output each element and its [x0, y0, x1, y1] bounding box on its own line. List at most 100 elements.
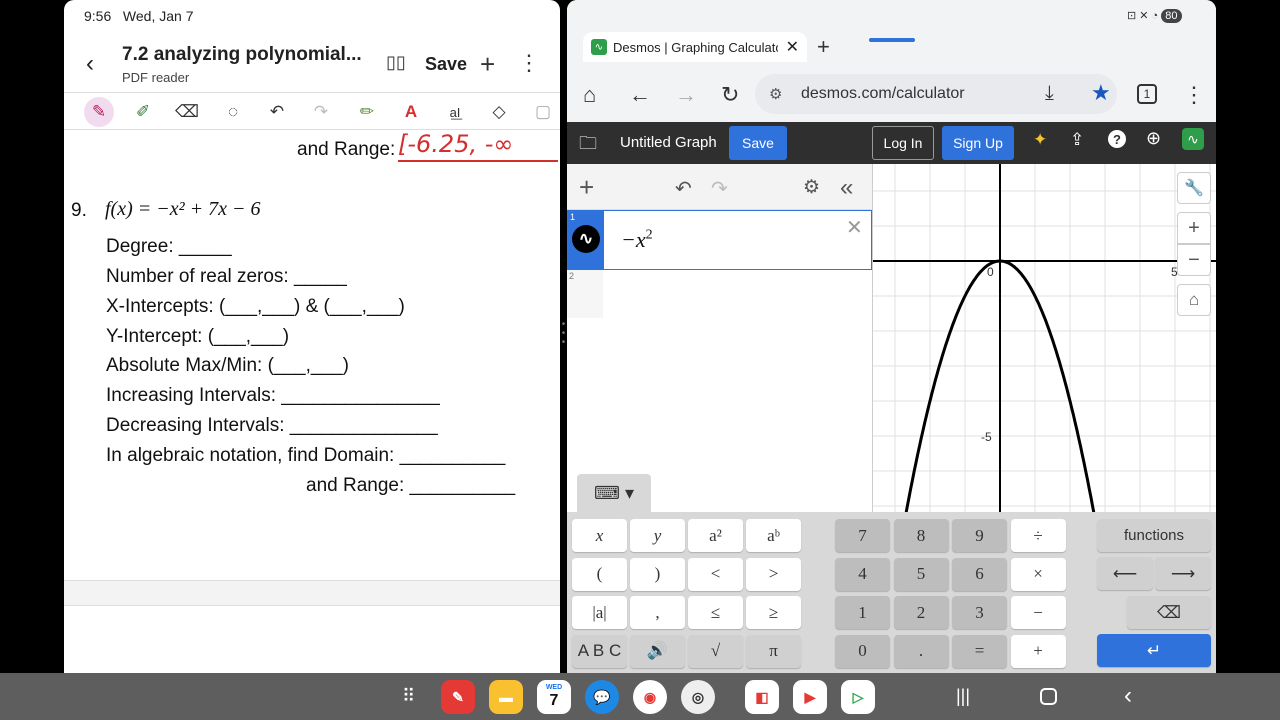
folder-icon[interactable]: 🗀: [579, 131, 597, 161]
cursor-right-icon[interactable]: ⟶: [1155, 557, 1211, 590]
lasso-select-icon[interactable]: ◌: [218, 97, 248, 127]
text-tool-icon[interactable]: a͟I: [440, 97, 470, 127]
redo-graph-icon[interactable]: ↷: [711, 176, 728, 201]
recent-apps-icon[interactable]: |||: [956, 686, 970, 707]
open-paren-key[interactable]: (: [572, 557, 627, 591]
share-icon[interactable]: ⇪: [1070, 130, 1084, 150]
highlighter-icon[interactable]: ✐: [128, 97, 158, 127]
less-equal-key[interactable]: ≤: [688, 596, 743, 629]
new-tab-icon[interactable]: +: [817, 34, 830, 60]
forward-icon[interactable]: →: [675, 82, 697, 108]
sqrt-key[interactable]: √: [688, 634, 743, 668]
marker-icon[interactable]: ✏: [352, 97, 382, 127]
eraser-icon[interactable]: ⌫: [172, 97, 202, 127]
download-icon[interactable]: ⤓: [1045, 82, 1054, 105]
wrench-icon[interactable]: 🔧: [1177, 172, 1211, 204]
messages-app-icon[interactable]: 💬: [585, 680, 619, 714]
minus-key[interactable]: −: [1010, 596, 1066, 629]
desmos-save-button[interactable]: Save: [729, 126, 787, 160]
greater-than-key[interactable]: >: [746, 557, 801, 591]
signup-button[interactable]: Sign Up: [942, 126, 1014, 160]
graph-title[interactable]: Untitled Graph: [620, 134, 717, 151]
home-icon[interactable]: ⌂: [583, 82, 596, 108]
undo-icon[interactable]: ↶: [262, 97, 292, 127]
default-zoom-home-icon[interactable]: ⌂: [1177, 284, 1211, 316]
home-button-icon[interactable]: [1040, 688, 1057, 705]
abc-key[interactable]: A B C: [572, 634, 627, 668]
sparkle-icon[interactable]: ✦: [1033, 130, 1047, 150]
delete-expression-icon[interactable]: ✕: [846, 215, 863, 240]
x-key[interactable]: x: [572, 519, 627, 552]
one-key[interactable]: 1: [835, 596, 890, 629]
system-back-icon[interactable]: ‹: [1124, 682, 1132, 710]
multi-window-icon[interactable]: ◧: [745, 680, 779, 714]
add-expression-icon[interactable]: +: [579, 172, 594, 203]
five-key[interactable]: 5: [893, 557, 949, 591]
graph-canvas[interactable]: 0 5 -5: [873, 164, 1216, 512]
notes-app-icon[interactable]: ✎: [441, 680, 475, 714]
url-bar[interactable]: ⚙ desmos.com/calculator: [755, 74, 1117, 114]
browser-menu-icon[interactable]: ⋮: [1183, 82, 1205, 108]
cursor-left-icon[interactable]: ⟵: [1097, 557, 1153, 590]
desmos-logo-icon[interactable]: ∿: [1182, 128, 1204, 150]
decimal-key[interactable]: .: [893, 634, 949, 668]
four-key[interactable]: 4: [835, 557, 890, 591]
expression-row-1[interactable]: 1 ∿ −x2 ✕: [567, 210, 872, 270]
redo-icon[interactable]: ↷: [306, 97, 336, 127]
bookmark-star-icon[interactable]: ★: [1091, 80, 1111, 106]
browser-tab[interactable]: ∿ Desmos | Graphing Calculato ✕: [583, 32, 807, 62]
play-store-app-icon[interactable]: ▷: [841, 680, 875, 714]
shapes-icon[interactable]: ◇: [484, 97, 514, 127]
app-drawer-icon[interactable]: ⠿: [402, 686, 415, 707]
save-button[interactable]: Save: [425, 54, 467, 75]
comma-key[interactable]: ,: [630, 596, 685, 629]
collapse-list-icon[interactable]: «: [840, 174, 853, 202]
nine-key[interactable]: 9: [952, 519, 1007, 552]
settings-gear-icon[interactable]: ⚙: [803, 176, 820, 199]
youtube-app-icon[interactable]: ▶: [793, 680, 827, 714]
less-than-key[interactable]: <: [688, 557, 743, 591]
zoom-out-icon[interactable]: −: [1177, 244, 1211, 276]
back-arrow-icon[interactable]: ‹: [86, 50, 94, 78]
files-app-icon[interactable]: ▬: [489, 680, 523, 714]
site-settings-icon[interactable]: ⚙: [769, 85, 782, 103]
expression-row-2-tab[interactable]: 2: [567, 270, 603, 318]
book-view-icon[interactable]: ▯▯: [386, 52, 406, 73]
reload-icon[interactable]: ↻: [721, 82, 739, 108]
audio-icon[interactable]: 🔊: [630, 634, 685, 668]
image-icon[interactable]: ▢: [528, 97, 558, 127]
tab-count[interactable]: 1: [1137, 84, 1157, 104]
equals-key[interactable]: =: [952, 634, 1007, 668]
six-key[interactable]: 6: [952, 557, 1007, 591]
pen-icon[interactable]: ✎: [84, 97, 114, 127]
three-key[interactable]: 3: [952, 596, 1007, 629]
keyboard-toggle-icon[interactable]: ⌨ ▾: [577, 474, 651, 512]
drag-handle[interactable]: [869, 38, 915, 42]
chrome-app-icon[interactable]: ◉: [633, 680, 667, 714]
backspace-icon[interactable]: ⌫: [1127, 596, 1211, 629]
undo-graph-icon[interactable]: ↶: [675, 176, 692, 201]
help-icon[interactable]: ?: [1108, 130, 1126, 148]
expression-color-tab[interactable]: 1 ∿: [568, 211, 604, 269]
abs-value-key[interactable]: |a|: [572, 596, 627, 629]
multiply-key[interactable]: ×: [1010, 557, 1066, 591]
plus-key[interactable]: +: [1010, 634, 1066, 668]
power-key[interactable]: aᵇ: [746, 519, 801, 552]
zoom-in-icon[interactable]: +: [1177, 212, 1211, 244]
more-options-icon[interactable]: ⋮: [518, 50, 540, 76]
add-icon[interactable]: +: [480, 49, 495, 80]
camera-app-icon[interactable]: ◎: [681, 680, 715, 714]
divide-key[interactable]: ÷: [1010, 519, 1066, 552]
eight-key[interactable]: 8: [893, 519, 949, 552]
pi-key[interactable]: π: [746, 634, 801, 668]
back-icon[interactable]: ←: [629, 82, 651, 108]
close-tab-icon[interactable]: ✕: [786, 37, 799, 57]
functions-button[interactable]: functions: [1097, 519, 1211, 552]
split-handle[interactable]: • • •: [561, 320, 566, 348]
expression-input[interactable]: −x2: [621, 227, 653, 253]
graph-visibility-icon[interactable]: ∿: [572, 225, 600, 253]
close-paren-key[interactable]: ): [630, 557, 685, 591]
greater-equal-key[interactable]: ≥: [746, 596, 801, 629]
seven-key[interactable]: 7: [835, 519, 890, 552]
language-globe-icon[interactable]: ⊕: [1146, 128, 1161, 149]
